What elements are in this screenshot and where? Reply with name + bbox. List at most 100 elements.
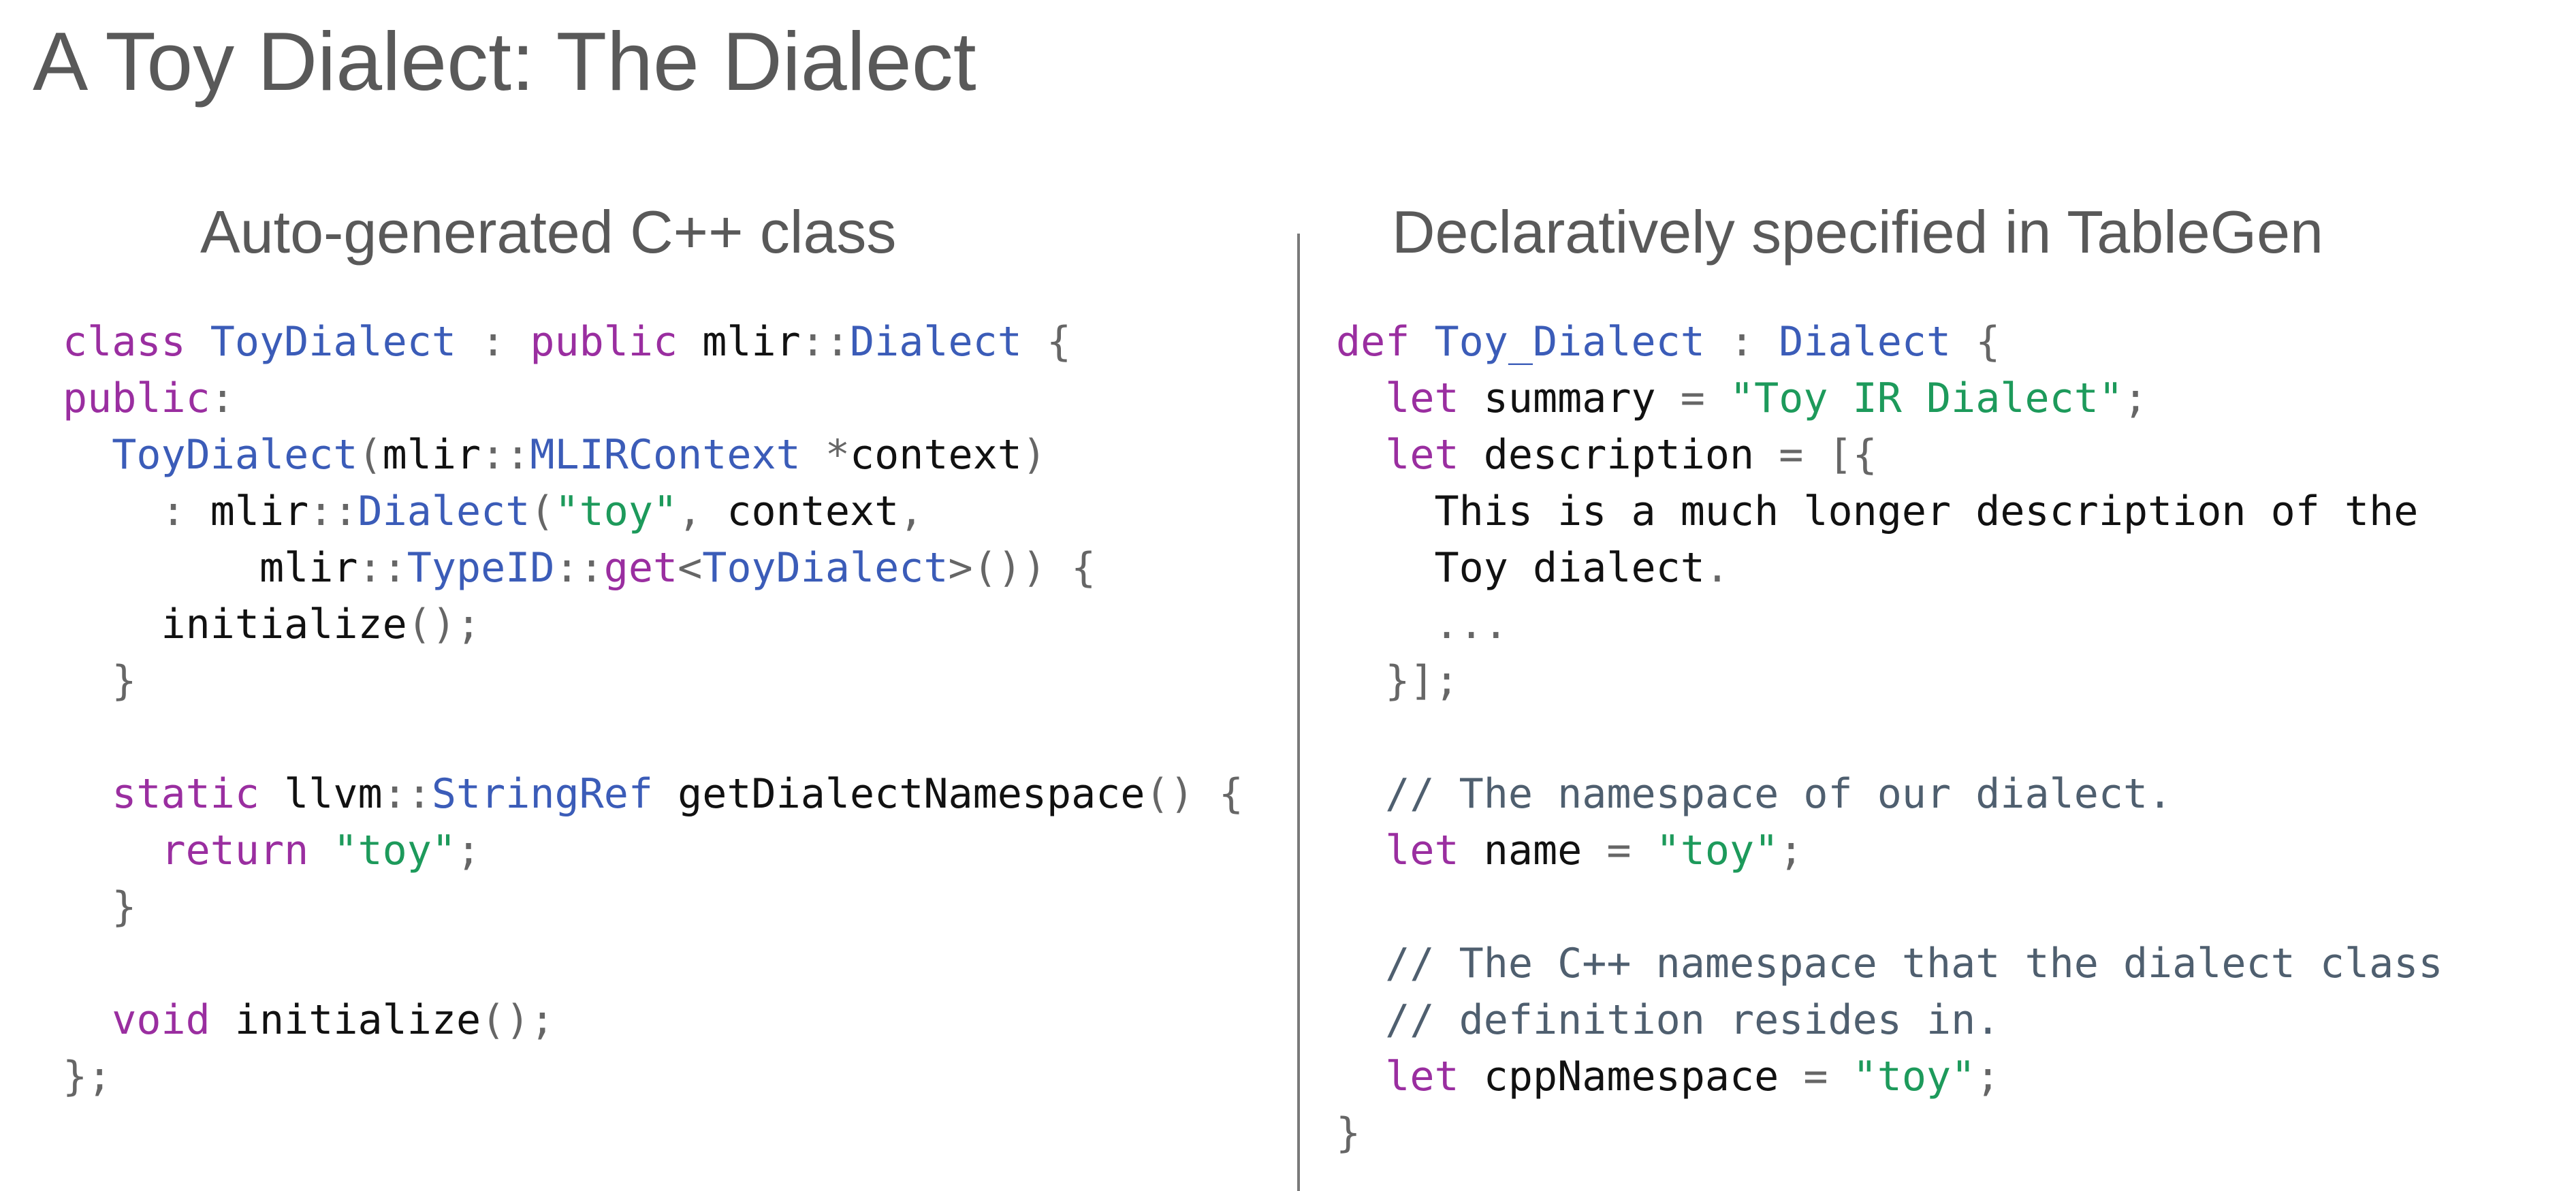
slide-title: A Toy Dialect: The Dialect — [33, 15, 976, 108]
code-token: return — [161, 827, 309, 874]
code-line: This is a much longer description of the — [1336, 483, 2443, 540]
code-token: Dialect — [1779, 318, 1952, 366]
code-token: def — [1336, 318, 1410, 366]
code-token: (); — [407, 601, 481, 648]
code-token: static — [112, 770, 259, 818]
code-token: "toy" — [1852, 1053, 1976, 1100]
code-token: Toy_Dialect — [1434, 318, 1705, 366]
right-column-heading: Declaratively specified in TableGen — [1392, 198, 2323, 266]
code-line: initialize(); — [63, 597, 1243, 653]
code-token: name — [1459, 827, 1607, 874]
code-token: ) — [1021, 431, 1047, 479]
code-token: public — [530, 318, 678, 366]
code-token: (); — [481, 996, 555, 1044]
code-token: ToyDialect — [702, 544, 949, 592]
code-token: < — [678, 544, 703, 592]
code-token: context — [849, 431, 1022, 479]
code-token: () — [1145, 770, 1194, 818]
code-token: initialize — [63, 601, 407, 648]
code-token: . — [1704, 544, 1730, 592]
code-line: let summary = "Toy IR Dialect"; — [1336, 370, 2443, 427]
code-token: mlir — [63, 544, 358, 592]
code-token: // The C++ namespace that the dialect cl… — [1336, 940, 2443, 987]
code-token: = — [1803, 1053, 1828, 1100]
code-token: let — [1385, 1053, 1459, 1100]
code-token: ... — [1336, 601, 1508, 648]
cpp-code-block: class ToyDialect : public mlir::Dialect … — [63, 314, 1243, 1105]
code-token: // The namespace of our dialect. — [1336, 770, 2173, 818]
code-token: MLIRContext — [530, 431, 801, 479]
code-token: :: — [554, 544, 604, 592]
code-token: This is a much longer description of the — [1336, 488, 2419, 535]
code-line: }; — [63, 1049, 1243, 1105]
code-line: // The namespace of our dialect. — [1336, 766, 2443, 823]
code-token: = — [1680, 375, 1705, 422]
code-token: = — [1779, 431, 1804, 479]
code-line: } — [63, 879, 1243, 936]
code-token: // definition resides in. — [1336, 996, 2001, 1044]
code-line: void initialize(); — [63, 992, 1243, 1049]
code-token: Toy dialect — [1336, 544, 1705, 592]
code-token: ; — [1975, 1053, 2001, 1100]
code-token: } — [1336, 1109, 1361, 1157]
code-token: llvm — [259, 770, 383, 818]
code-token: get — [603, 544, 678, 592]
left-column-heading: Auto-generated C++ class — [200, 198, 897, 266]
code-line: }]; — [1336, 653, 2443, 710]
code-line: // definition resides in. — [1336, 992, 2443, 1049]
code-token: ; — [1779, 827, 1804, 874]
code-token: : — [210, 375, 235, 422]
code-token: { — [1218, 770, 1243, 818]
code-line: def Toy_Dialect : Dialect { — [1336, 314, 2443, 370]
code-line: static llvm::StringRef getDialectNamespa… — [63, 766, 1243, 823]
code-token: [{ — [1828, 431, 1877, 479]
code-token: ; — [2122, 375, 2148, 422]
code-token: :: — [481, 431, 530, 479]
code-token: :: — [800, 318, 850, 366]
code-token: "Toy IR Dialect" — [1729, 375, 2123, 422]
code-token: mlir — [678, 318, 801, 366]
code-line: // The C++ namespace that the dialect cl… — [1336, 936, 2443, 992]
code-token: :: — [308, 488, 358, 535]
code-token: , — [678, 488, 703, 535]
code-token: Dialect — [357, 488, 530, 535]
code-token: mlir — [382, 431, 481, 479]
code-line: ToyDialect(mlir::MLIRContext *context) — [63, 427, 1243, 483]
code-line: let description = [{ — [1336, 427, 2443, 483]
code-line: : mlir::Dialect("toy", context, — [63, 483, 1243, 540]
code-token: description — [1459, 431, 1779, 479]
code-line: mlir::TypeID::get<ToyDialect>()) { — [63, 540, 1243, 597]
code-token: "toy" — [333, 827, 456, 874]
code-token: ; — [456, 827, 481, 874]
code-token: let — [1385, 375, 1459, 422]
code-token: Dialect — [849, 318, 1022, 366]
code-line: class ToyDialect : public mlir::Dialect … — [63, 314, 1243, 370]
code-token: ToyDialect — [210, 318, 456, 366]
code-line: return "toy"; — [63, 823, 1243, 879]
code-token: mlir — [185, 488, 309, 535]
code-token: summary — [1459, 375, 1681, 422]
code-token: TypeID — [407, 544, 555, 592]
